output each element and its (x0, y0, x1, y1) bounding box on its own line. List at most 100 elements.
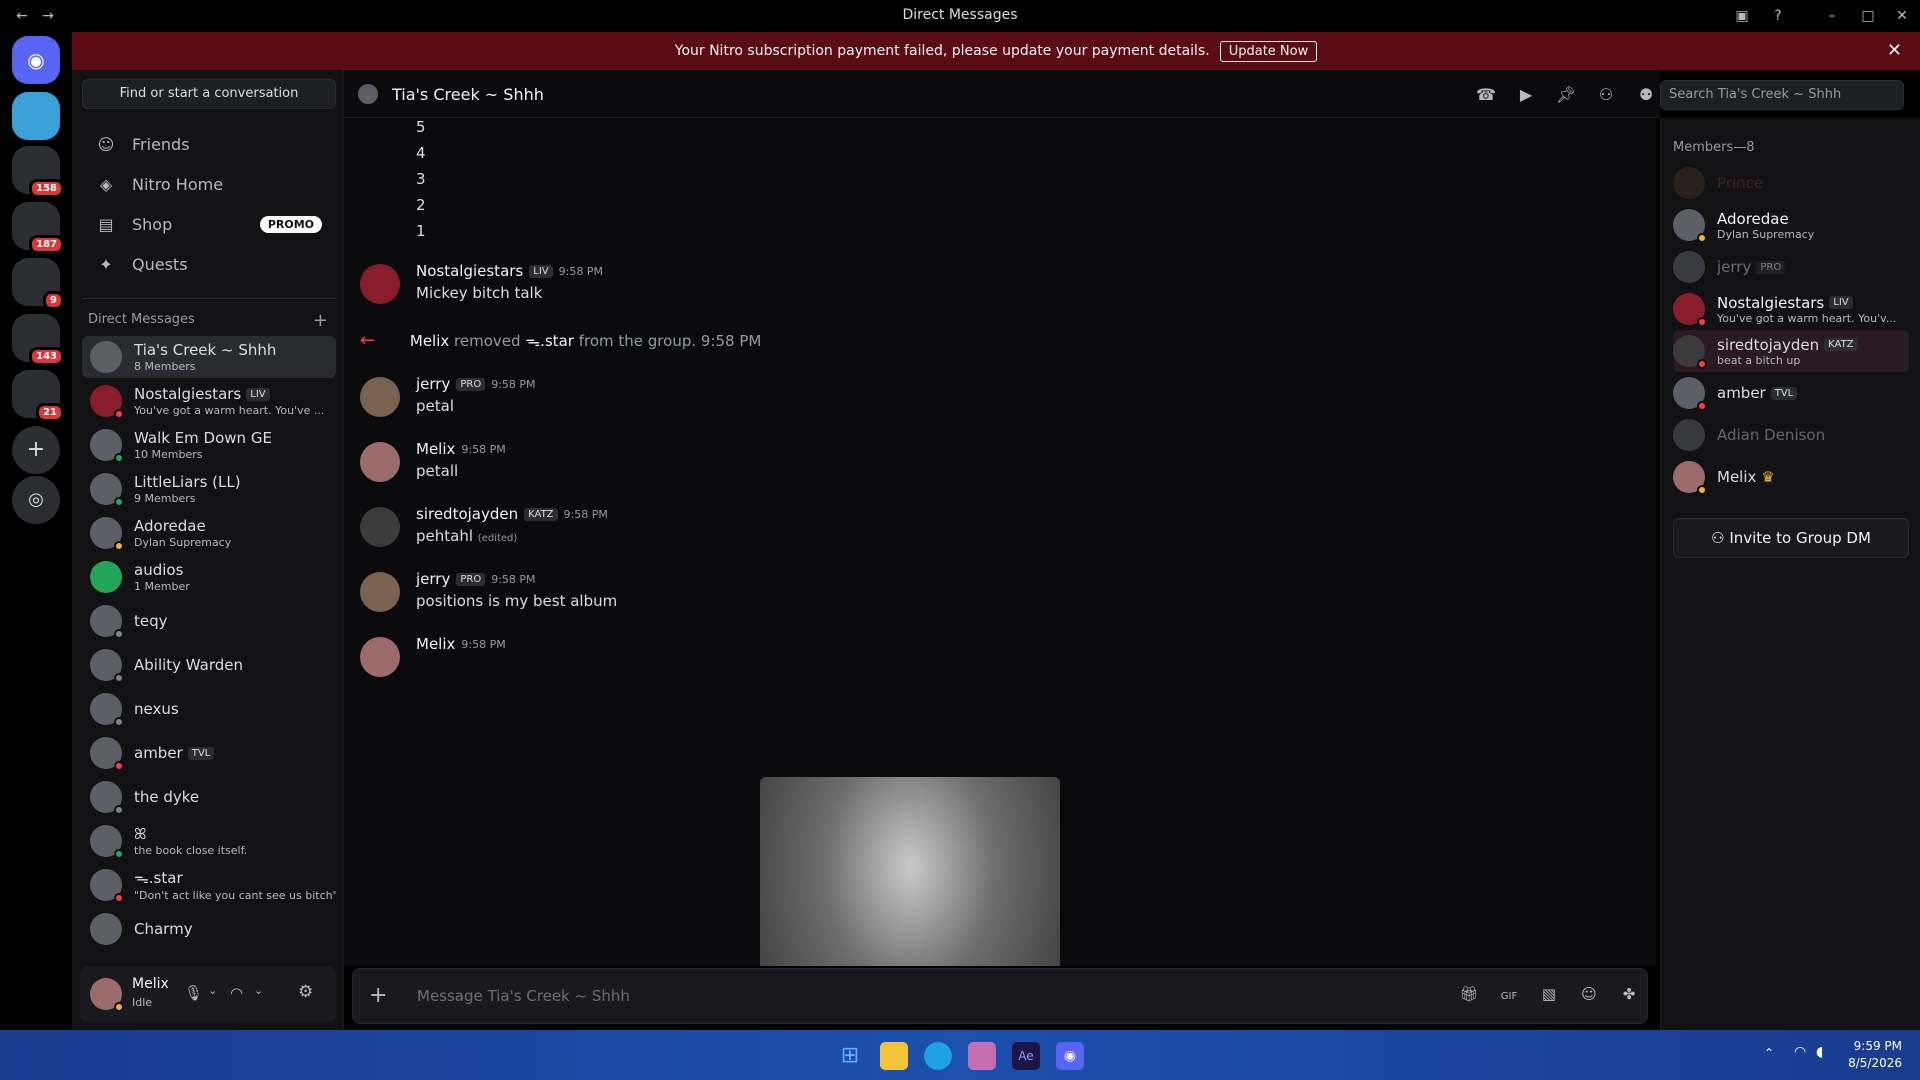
voice-call-icon[interactable]: ☎ (1474, 83, 1498, 107)
create-dm-icon[interactable]: + (313, 310, 328, 331)
nav-nitro-home[interactable]: ◈ Nitro Home (82, 166, 336, 202)
dm-item[interactable]: the dyke (82, 776, 336, 818)
clan-tag: PRO (456, 572, 486, 586)
member-item[interactable]: jerry PRO (1673, 246, 1909, 288)
message-text: petall (416, 462, 459, 480)
maximize-icon[interactable]: □ (1858, 6, 1878, 26)
headphones-icon[interactable]: ◠ (230, 984, 243, 1002)
nav-friends[interactable]: ☺ Friends (82, 126, 336, 162)
member-item[interactable]: Nostalgiestars LIV You've got a warm heart… (1673, 288, 1909, 330)
avatar[interactable] (360, 264, 400, 304)
clan-tag: LIV (529, 264, 553, 278)
upload-plus-icon[interactable]: + (369, 983, 387, 1008)
avatar[interactable] (360, 442, 400, 482)
dm-item[interactable]: Nostalgiestars LIV You've got a warm heart… (82, 380, 336, 422)
chevron-down-icon[interactable]: ⌄ (254, 984, 263, 997)
avatar[interactable] (360, 637, 400, 677)
member-item[interactable]: siredtojayden KATZ beat a bitch up (1673, 330, 1909, 372)
edge-icon[interactable] (924, 1042, 952, 1070)
chevron-up-icon[interactable]: ⌃ (1764, 1046, 1774, 1060)
app-icon[interactable] (968, 1042, 996, 1070)
server-folder[interactable]: 9 (12, 258, 64, 310)
member-item[interactable]: Prince (1673, 162, 1909, 204)
dm-item[interactable]: audios 1 Member (82, 556, 336, 598)
discord-icon[interactable]: ◉ (1056, 1042, 1084, 1070)
message-text: 4 (416, 144, 426, 162)
author[interactable]: jerry (416, 375, 450, 393)
dm-item[interactable]: Tia's Creek ~ Shhh 8 Members (82, 336, 336, 378)
wifi-icon[interactable]: ◠ (1794, 1044, 1806, 1060)
dm-item[interactable]: ᯓ.star "Don't act like you cant see us bi… (82, 864, 336, 906)
author[interactable]: Melix (416, 440, 455, 458)
close-icon[interactable]: ✕ (1887, 40, 1902, 61)
dm-item[interactable]: amber TVL (82, 732, 336, 774)
avatar (90, 385, 124, 419)
discover-icon[interactable]: ◎ (12, 476, 60, 524)
close-window-icon[interactable]: ✕ (1892, 6, 1912, 26)
dm-item[interactable]: teqy (82, 600, 336, 642)
image-attachment[interactable] (760, 777, 1060, 966)
left-arrow-icon: ← (360, 330, 376, 351)
avatar[interactable] (360, 507, 400, 547)
message-input[interactable]: Message Tia's Creek ~ Shhh (417, 987, 630, 1005)
author[interactable]: siredtojayden (416, 505, 518, 523)
avatar[interactable] (360, 377, 400, 417)
invite-to-group-dm-button[interactable]: ⚇ Invite to Group DM (1673, 518, 1909, 558)
file-explorer-icon[interactable] (880, 1042, 908, 1070)
gift-icon[interactable]: 🎁︎ (1457, 985, 1481, 1009)
dm-item[interactable]: LittleLiars (LL) 9 Members (82, 468, 336, 510)
nav-shop[interactable]: ▤ Shop PROMO (82, 206, 336, 242)
dm-item[interactable]: Walk Em Down GE 10 Members (82, 424, 336, 466)
emoji-icon[interactable]: ☺ (1577, 985, 1601, 1009)
avatar[interactable] (90, 978, 124, 1012)
dm-item[interactable]: nexus (82, 688, 336, 730)
start-icon[interactable]: ⊞ (836, 1042, 864, 1070)
author[interactable]: Nostalgiestars (416, 262, 523, 280)
search-input[interactable]: Search Tia's Creek ~ Shhh (1660, 80, 1904, 110)
author[interactable]: Melix (416, 635, 455, 653)
author[interactable]: jerry (416, 570, 450, 588)
dm-item[interactable]: Adoredae Dylan Supremacy (82, 512, 336, 554)
server-folder[interactable]: 143 (12, 314, 64, 366)
help-icon[interactable]: ? (1768, 6, 1788, 26)
discord-home-icon[interactable]: ◉ (12, 36, 60, 84)
avatar (90, 473, 124, 507)
video-call-icon[interactable]: ▶ (1514, 83, 1538, 107)
server-list: ◉ 158 187 9 143 21 + ◎ (0, 32, 72, 1030)
dm-sidebar: Find or start a conversation ☺ Friends ◈ N… (72, 70, 344, 1030)
member-list-icon[interactable]: ⚉ (1634, 83, 1658, 107)
dm-item[interactable]: ꕤ the book close itself. (82, 820, 336, 862)
nitro-payment-banner: Your Nitro subscription payment failed, … (72, 32, 1920, 70)
member-item[interactable]: Adian Denison (1673, 414, 1909, 456)
server-folder[interactable]: 21 (12, 370, 64, 422)
minimize-icon[interactable]: – (1822, 6, 1842, 26)
gif-icon[interactable]: GIF (1497, 985, 1521, 1009)
chevron-down-icon[interactable]: ⌄ (208, 984, 217, 997)
server-folder[interactable]: 187 (12, 202, 64, 254)
server-icon[interactable] (12, 92, 60, 140)
dm-item[interactable]: Ability Warden (82, 644, 336, 686)
member-item[interactable]: Melix ♛ (1673, 456, 1909, 498)
sticker-icon[interactable]: ▧ (1537, 985, 1561, 1009)
member-item[interactable]: Adoredae Dylan Supremacy (1673, 204, 1909, 246)
inbox-icon[interactable]: ▣ (1732, 6, 1752, 26)
clan-tag: KATZ (524, 507, 558, 521)
server-folder[interactable]: 158 (12, 146, 64, 198)
microphone-icon[interactable]: 🎙︎ (184, 984, 203, 1002)
member-item[interactable]: amber TVL (1673, 372, 1909, 414)
add-friends-icon[interactable]: ⚇ (1594, 83, 1618, 107)
after-effects-icon[interactable]: Ae (1012, 1042, 1040, 1070)
volume-icon[interactable]: ◖ (1816, 1044, 1823, 1060)
apps-icon[interactable]: ✤ (1617, 985, 1641, 1009)
add-server-icon[interactable]: + (12, 426, 60, 474)
avatar[interactable] (360, 572, 400, 612)
system-clock[interactable]: 9:59 PM 8/5/2026 (1848, 1038, 1902, 1072)
avatar (90, 693, 124, 727)
update-now-button[interactable]: Update Now (1219, 40, 1318, 62)
pinned-messages-icon[interactable]: 📌︎ (1554, 83, 1578, 107)
group-icon (358, 84, 378, 104)
nav-quests[interactable]: ✦ Quests (82, 246, 336, 282)
find-conversation-button[interactable]: Find or start a conversation (82, 79, 336, 109)
settings-icon[interactable]: ⚙ (298, 982, 313, 1002)
dm-item[interactable]: Charmy (82, 908, 336, 950)
